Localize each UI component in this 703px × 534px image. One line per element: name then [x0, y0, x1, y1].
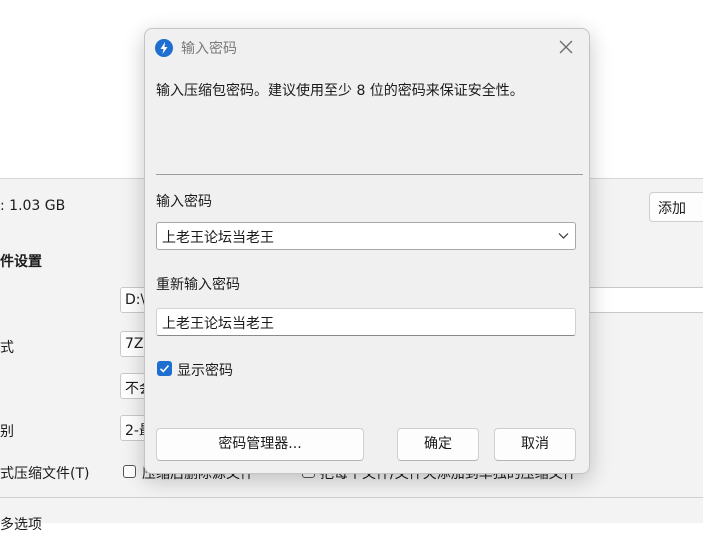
file-settings-heading: 件设置: [0, 254, 42, 270]
dialog-separator: [156, 174, 583, 175]
password-manager-button[interactable]: 密码管理器...: [156, 428, 364, 461]
reenter-password-label: 重新输入密码: [156, 277, 240, 293]
password-dialog: 输入密码 输入压缩包密码。建议使用至少 8 位的密码来保证安全性。 输入密码 上…: [144, 28, 590, 474]
reenter-password-input[interactable]: 上老王论坛当老王: [156, 308, 576, 336]
password-label: 输入密码: [156, 194, 212, 210]
app-bolt-icon: [155, 39, 173, 57]
bottom-divider: [0, 497, 703, 498]
cancel-button[interactable]: 取消: [494, 428, 576, 461]
close-icon: [559, 40, 573, 54]
close-button[interactable]: [551, 35, 581, 59]
chevron-down-icon[interactable]: [558, 232, 569, 240]
password-value: 上老王论坛当老王: [162, 230, 274, 246]
show-password-checkbox[interactable]: [157, 361, 172, 376]
add-button[interactable]: 添加: [649, 192, 703, 222]
archive-size-label: : 1.03 GB: [0, 198, 66, 214]
dialog-title: 输入密码: [181, 41, 237, 57]
reenter-password-value: 上老王论坛当老王: [162, 316, 274, 332]
dialog-description: 输入压缩包密码。建议使用至少 8 位的密码来保证安全性。: [156, 83, 524, 99]
delete-after-checkbox[interactable]: [123, 465, 136, 478]
show-password-label[interactable]: 显示密码: [177, 360, 233, 380]
password-combobox[interactable]: 上老王论坛当老王: [156, 222, 576, 250]
split-archive-label: 式压缩文件(T): [0, 466, 90, 482]
format-label: 式: [0, 340, 14, 356]
checkmark-icon: [159, 364, 170, 373]
dialog-titlebar: 输入密码: [145, 29, 589, 65]
more-options-label: 多选项: [0, 517, 42, 533]
ok-button[interactable]: 确定: [397, 428, 479, 461]
compression-level-label: 别: [0, 424, 14, 440]
